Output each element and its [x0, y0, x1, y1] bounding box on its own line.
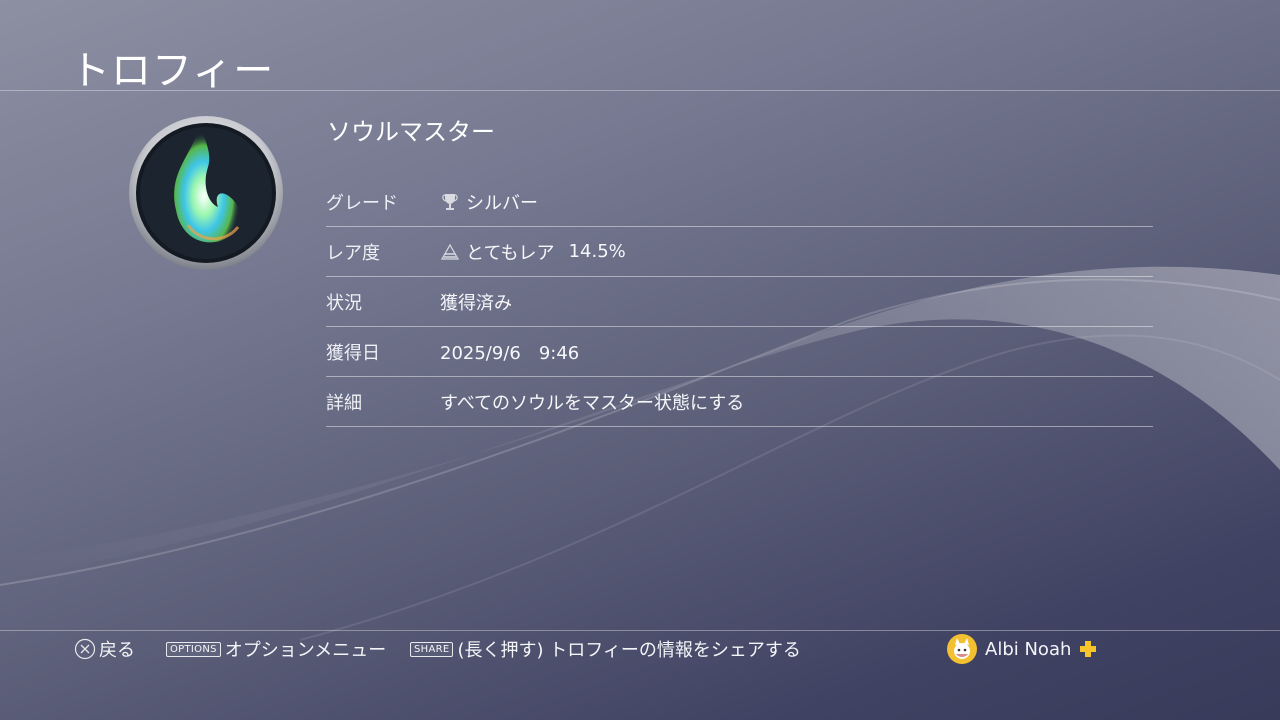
back-button[interactable]: 戻る — [74, 636, 135, 662]
silver-trophy-icon — [442, 193, 458, 210]
rarity-text: とてもレア — [466, 242, 555, 264]
share-key: SHARE — [410, 641, 454, 657]
ps-plus-icon — [1080, 641, 1097, 657]
header-divider — [0, 90, 1280, 91]
grade-label: グレード — [326, 192, 398, 214]
earned-date-label: 獲得日 — [326, 342, 380, 364]
rarity-percent: 14.5% — [568, 241, 626, 262]
footer-divider — [0, 630, 1280, 631]
user-profile[interactable]: Albi Noah — [947, 634, 1097, 664]
user-name: Albi Noah — [985, 638, 1072, 660]
earned-date-value: 2025/9/6 9:46 — [440, 342, 580, 364]
share-button[interactable]: SHARE (長く押す) トロフィーの情報をシェアする — [410, 636, 801, 662]
options-key: OPTIONS — [166, 641, 221, 657]
cross-button-icon — [74, 638, 96, 660]
footer-bar: 戻る OPTIONS オプションメニュー SHARE (長く押す) トロフィーの… — [0, 634, 1280, 664]
grade-text: シルバー — [466, 192, 538, 214]
status-value: 獲得済み — [440, 292, 512, 314]
status-row: 状況 獲得済み — [326, 277, 1153, 327]
rarity-pyramid-icon — [440, 243, 460, 260]
rarity-label: レア度 — [326, 242, 380, 264]
options-label: オプションメニュー — [224, 640, 387, 661]
back-label: 戻る — [99, 640, 135, 661]
trophy-details: グレード シルバー レア度 とてもレア 14.5% 状況 獲得済み 獲得日 20… — [326, 177, 1153, 427]
soul-flame-icon — [128, 115, 284, 271]
rarity-value: とてもレア 14.5% — [440, 239, 626, 265]
grade-value: シルバー — [440, 189, 538, 215]
description-label: 詳細 — [326, 392, 362, 414]
page-title: トロフィー — [70, 48, 275, 94]
options-menu-button[interactable]: OPTIONS オプションメニュー — [166, 636, 386, 662]
share-label: (長く押す) トロフィーの情報をシェアする — [457, 640, 801, 661]
description-row: 詳細 すべてのソウルをマスター状態にする — [326, 377, 1153, 427]
grade-row: グレード シルバー — [326, 177, 1153, 227]
earned-date-row: 獲得日 2025/9/6 9:46 — [326, 327, 1153, 377]
status-label: 状況 — [326, 292, 362, 314]
description-value: すべてのソウルをマスター状態にする — [440, 392, 745, 414]
trophy-name: ソウルマスター — [327, 118, 495, 146]
rarity-row: レア度 とてもレア 14.5% — [326, 227, 1153, 277]
avatar — [947, 634, 977, 664]
